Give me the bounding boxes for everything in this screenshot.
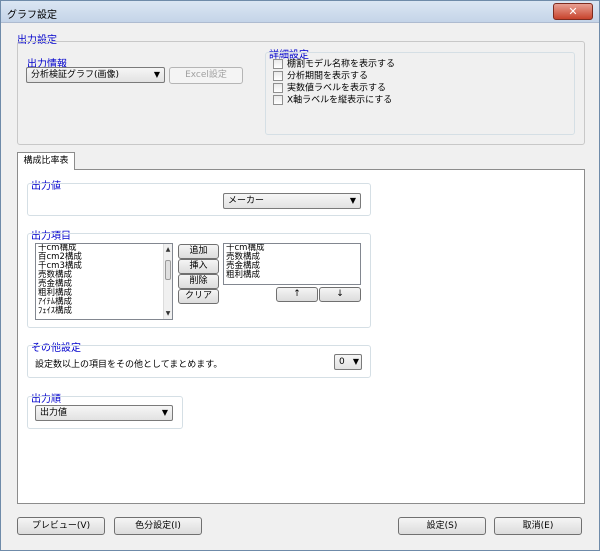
output-order-combo[interactable]: 出力値 ▼ <box>35 405 173 421</box>
preview-button[interactable]: プレビュー(V) <box>17 517 105 535</box>
checkbox-box <box>273 83 283 93</box>
window-title: グラフ設定 <box>7 10 57 21</box>
checkbox-label: X軸ラベルを縦表示にする <box>287 95 393 106</box>
clear-button[interactable]: クリア <box>178 289 219 304</box>
graph-settings-window: グラフ設定 ✕ 出力設定 出力情報 分析検証グラフ(画像) ▼ Excel設定 … <box>0 0 600 551</box>
color-settings-button[interactable]: 色分設定(I) <box>114 517 202 535</box>
checkbox-label: 分析期間を表示する <box>287 71 369 82</box>
tab-panel <box>17 169 585 504</box>
insert-button[interactable]: 挿入 <box>178 259 219 274</box>
other-threshold-combo[interactable]: 0 ▼ <box>334 354 362 370</box>
chevron-down-icon: ▼ <box>352 357 359 366</box>
list-item[interactable]: 粗利構成 <box>226 271 360 280</box>
available-items-list[interactable]: 十cm構成 百cm2構成 千cm3構成 売数構成 売金構成 粗利構成 ｱｲﾃﾑ構… <box>35 243 173 320</box>
other-threshold-value: 0 <box>339 357 345 367</box>
cancel-button[interactable]: 取消(E) <box>494 517 582 535</box>
scroll-thumb[interactable] <box>165 260 171 280</box>
other-settings-text: 設定数以上の項目をその他としてまとめます。 <box>35 360 223 370</box>
checkbox-box <box>273 59 283 69</box>
scroll-down-icon[interactable]: ▼ <box>164 309 172 318</box>
ok-button[interactable]: 設定(S) <box>398 517 486 535</box>
selected-items-list[interactable]: 十cm構成 売数構成 売金構成 粗利構成 <box>223 243 361 285</box>
output-order-combo-value: 出力値 <box>40 408 68 418</box>
excel-settings-button[interactable]: Excel設定 <box>169 67 243 84</box>
checkbox-label: 棚割モデル名称を表示する <box>287 59 396 70</box>
move-down-button[interactable]: ↓ <box>319 287 361 302</box>
scroll-up-icon[interactable]: ▲ <box>164 245 172 254</box>
delete-button[interactable]: 削除 <box>178 274 219 289</box>
output-value-combo-value: メーカー <box>228 196 265 206</box>
checkbox-label: 実数値ラベルを表示する <box>287 83 387 94</box>
tab-composition-ratio[interactable]: 構成比率表 <box>17 152 75 170</box>
checkbox-box <box>273 71 283 81</box>
title-bar: グラフ設定 ✕ <box>1 1 599 23</box>
chevron-down-icon: ▼ <box>153 70 160 79</box>
checkbox-show-value-labels[interactable]: 実数値ラベルを表示する <box>273 83 386 95</box>
move-up-button[interactable]: ↑ <box>276 287 318 302</box>
checkbox-vertical-x-labels[interactable]: X軸ラベルを縦表示にする <box>273 95 392 107</box>
checkbox-box <box>273 95 283 105</box>
checkbox-show-period[interactable]: 分析期間を表示する <box>273 71 368 83</box>
list-scrollbar[interactable]: ▲ ▼ <box>163 244 172 319</box>
chevron-down-icon: ▼ <box>349 196 356 205</box>
add-button[interactable]: 追加 <box>178 244 219 259</box>
checkbox-show-model-name[interactable]: 棚割モデル名称を表示する <box>273 59 395 71</box>
chevron-down-icon: ▼ <box>161 408 168 417</box>
close-button[interactable]: ✕ <box>553 3 593 20</box>
output-info-combo-value: 分析検証グラフ(画像) <box>31 70 120 80</box>
list-item[interactable]: ﾌｪｲｽ構成 <box>38 307 172 316</box>
output-value-combo[interactable]: メーカー ▼ <box>223 193 361 209</box>
output-info-combo[interactable]: 分析検証グラフ(画像) ▼ <box>26 67 165 83</box>
